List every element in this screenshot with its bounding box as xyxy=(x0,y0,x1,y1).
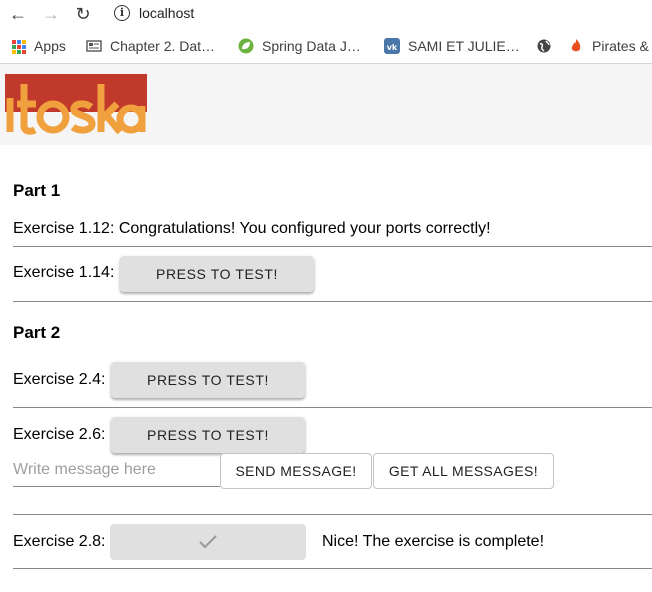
globe-icon xyxy=(537,38,553,54)
divider xyxy=(13,514,652,515)
bookmark-label: Pirates & xyxy=(592,38,649,54)
apps-grid-icon xyxy=(10,38,26,54)
address-bar: ← → ↻ i localhost xyxy=(0,0,652,28)
app-header xyxy=(0,64,652,145)
exercise-2-8-label: Exercise 2.8: xyxy=(13,533,106,550)
get-all-messages-button[interactable]: GET ALL MESSAGES! xyxy=(373,453,554,489)
url-field[interactable]: localhost xyxy=(139,5,194,21)
exercise-1-14-test-button[interactable]: PRESS TO TEST! xyxy=(120,256,314,292)
spring-leaf-icon xyxy=(238,38,254,54)
bookmark-label: Chapter 2. Dat… xyxy=(110,38,216,54)
exercise-2-4-label: Exercise 2.4: xyxy=(13,371,106,388)
divider xyxy=(13,246,652,247)
flame-icon xyxy=(568,38,584,54)
reload-icon[interactable]: ↻ xyxy=(72,4,94,24)
exercise-1-14-label: Exercise 1.14: xyxy=(13,264,115,281)
document-icon xyxy=(86,38,102,54)
send-message-button[interactable]: SEND MESSAGE! xyxy=(220,453,372,489)
exercise-2-6-label: Exercise 2.6: xyxy=(13,426,106,443)
exercise-2-6-test-button[interactable]: PRESS TO TEST! xyxy=(111,417,305,453)
back-arrow-icon[interactable]: ← xyxy=(7,4,29,24)
bookmark-label: Spring Data J… xyxy=(262,38,361,54)
exercise-2-8-done-button xyxy=(110,524,306,560)
vk-icon: vk xyxy=(384,38,400,54)
checkmark-icon xyxy=(199,535,217,549)
bookmark-label: SAMI ET JULIE… xyxy=(408,38,520,54)
bookmarks-bar: Apps Chapter 2. Dat… Spring Data J… vk S… xyxy=(0,28,652,64)
part2-heading: Part 2 xyxy=(13,323,61,342)
info-icon[interactable]: i xyxy=(114,5,130,21)
forward-arrow-icon[interactable]: → xyxy=(40,4,62,24)
divider xyxy=(13,568,652,569)
exercise-1-12-text: Exercise 1.12: Congratulations! You conf… xyxy=(13,220,491,237)
toska-logo xyxy=(5,74,147,135)
svg-text:vk: vk xyxy=(387,43,398,52)
exercise-2-4-test-button[interactable]: PRESS TO TEST! xyxy=(111,362,305,398)
bookmark-label: Apps xyxy=(34,38,66,54)
part1-heading: Part 1 xyxy=(13,181,61,200)
exercise-2-8-result: Nice! The exercise is complete! xyxy=(322,533,545,550)
message-input[interactable] xyxy=(13,454,220,487)
divider xyxy=(13,407,652,408)
divider xyxy=(13,301,652,302)
